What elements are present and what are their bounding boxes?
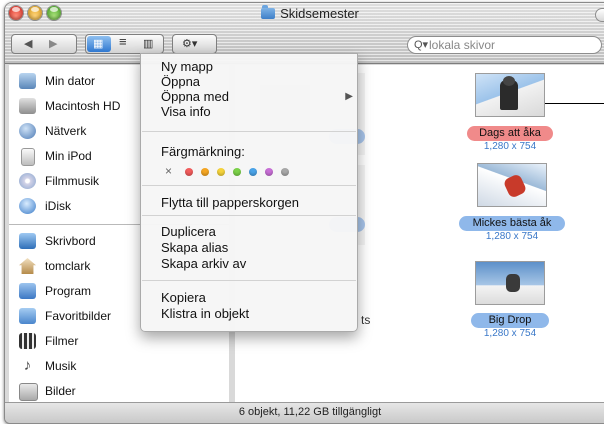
sidebar-item-label: Macintosh HD	[45, 99, 121, 113]
sidebar-item-idisk[interactable]: iDisk	[19, 196, 71, 216]
connector-line	[545, 103, 604, 104]
file-name: Big Drop	[488, 314, 532, 326]
submenu-arrow-icon: ▶	[345, 91, 353, 102]
menu-item-paste[interactable]: Klistra in objekt	[161, 306, 249, 321]
toolbar-toggle-button[interactable]	[595, 8, 604, 22]
menu-item-open[interactable]: Öppna	[161, 74, 200, 89]
sidebar-item-home[interactable]: tomclark	[19, 256, 90, 276]
status-text: 6 objekt, 11,22 GB tillgängligt	[238, 406, 382, 418]
action-button[interactable]: ⚙▾	[172, 34, 217, 54]
file-thumbnail[interactable]	[475, 73, 545, 117]
movies-icon	[19, 333, 36, 349]
menu-item-copy[interactable]: Kopiera	[161, 290, 206, 305]
menu-separator	[142, 131, 356, 132]
window-title: Skidsemester	[5, 5, 604, 21]
sidebar-item-computer[interactable]: Min dator	[19, 71, 95, 91]
context-menu: Ny mapp Öppna Öppna med ▶ Visa info Färg…	[140, 53, 358, 332]
menu-separator	[142, 215, 356, 216]
label-color-dot[interactable]	[265, 168, 273, 176]
sidebar-item-pictures[interactable]: Bilder	[19, 381, 76, 401]
menu-item-open-with-label: Öppna med	[161, 89, 229, 104]
cd-icon	[19, 173, 36, 189]
file-dimensions: 1,280 x 754	[483, 328, 537, 339]
search-placeholder: lokala skivor	[429, 38, 496, 52]
sidebar-item-filmmusik[interactable]: Filmmusik	[19, 171, 99, 191]
applications-icon	[19, 283, 36, 299]
sidebar-item-applications[interactable]: Program	[19, 281, 91, 301]
search-field[interactable]: Q▾ lokala skivor	[407, 36, 602, 54]
sidebar-item-label: Filmmusik	[45, 174, 99, 188]
label-color-dot[interactable]	[233, 168, 241, 176]
file-label[interactable]: Mickes bästa åk	[459, 216, 565, 231]
search-icon: Q▾	[414, 39, 429, 51]
icon-view-icon[interactable]: ▦	[93, 37, 103, 51]
pictures-icon	[19, 383, 38, 401]
sidebar-item-hd[interactable]: Macintosh HD	[19, 96, 120, 116]
menu-separator	[142, 280, 356, 281]
sidebar-item-label: Bilder	[45, 384, 76, 398]
hard-disk-icon	[19, 98, 36, 114]
menu-item-new-folder[interactable]: Ny mapp	[161, 59, 213, 74]
file-name: Dags att åka	[479, 127, 541, 139]
sidebar-item-favoritbilder[interactable]: Favoritbilder	[19, 306, 111, 326]
home-icon	[19, 258, 36, 274]
folder-icon	[261, 5, 276, 19]
sidebar-item-label: Program	[45, 284, 92, 298]
sidebar-item-label: Favoritbilder	[45, 309, 112, 323]
file-dimensions: 1,280 x 754	[485, 231, 539, 242]
label-color-dot[interactable]	[249, 168, 257, 176]
partial-file-label: ts	[361, 313, 371, 327]
desktop-icon	[19, 233, 36, 249]
sidebar-item-label: Skrivbord	[45, 234, 96, 248]
menu-item-show-info[interactable]: Visa info	[161, 104, 211, 119]
sidebar-item-label: Musik	[45, 359, 77, 373]
computer-icon	[19, 73, 36, 89]
label-color-dot[interactable]	[201, 168, 209, 176]
sidebar-item-label: Nätverk	[45, 124, 87, 138]
menu-item-make-alias[interactable]: Skapa alias	[161, 240, 228, 255]
menu-item-color-label: Färgmärkning:	[161, 144, 245, 159]
sidebar-item-label: Min dator	[45, 74, 96, 88]
sidebar-item-ipod[interactable]: Min iPod	[19, 146, 92, 166]
network-icon	[19, 123, 36, 139]
menu-item-open-with[interactable]: Öppna med ▶	[161, 89, 353, 104]
forward-icon[interactable]: ▶	[49, 37, 57, 51]
sidebar-item-network[interactable]: Nätverk	[19, 121, 86, 141]
sidebar-item-movies[interactable]: Filmer	[19, 331, 78, 351]
label-color-dot[interactable]	[281, 168, 289, 176]
sidebar-item-label: Filmer	[45, 334, 79, 348]
idisk-icon	[19, 198, 36, 214]
menu-item-move-to-trash[interactable]: Flytta till papperskorgen	[161, 195, 299, 210]
folder-icon	[19, 308, 36, 324]
label-color-dot[interactable]	[217, 168, 225, 176]
ipod-icon	[21, 148, 35, 166]
menu-separator	[142, 185, 356, 186]
file-dimensions: 1,280 x 754	[483, 141, 537, 152]
back-icon[interactable]: ◀	[24, 37, 32, 51]
file-label[interactable]: Big Drop	[471, 313, 549, 328]
menu-item-create-archive[interactable]: Skapa arkiv av	[161, 256, 246, 271]
menu-item-duplicate[interactable]: Duplicera	[161, 224, 216, 239]
back-forward-buttons: ◀ ▶	[11, 34, 77, 54]
label-color-dot[interactable]	[185, 168, 193, 176]
status-bar: 6 objekt, 11,22 GB tillgängligt	[5, 402, 604, 423]
sidebar-item-label: tomclark	[45, 259, 91, 273]
view-switcher: ▦ ≡ ▥	[85, 34, 164, 54]
file-thumbnail[interactable]	[475, 261, 545, 305]
file-thumbnail[interactable]	[477, 163, 547, 207]
label-none-icon[interactable]: ×	[165, 164, 172, 179]
music-icon: ♪	[23, 357, 32, 374]
sidebar-item-label: iDisk	[45, 199, 71, 213]
sidebar-item-label: Min iPod	[45, 149, 92, 163]
file-name: Mickes bästa åk	[472, 217, 552, 229]
list-view-icon[interactable]: ≡	[119, 35, 127, 49]
window-title-text: Skidsemester	[280, 6, 359, 21]
sidebar-item-desktop[interactable]: Skrivbord	[19, 231, 96, 251]
column-view-icon[interactable]: ▥	[143, 37, 153, 51]
gear-icon: ⚙▾	[182, 38, 198, 50]
sidebar-item-music[interactable]: ♪ Musik	[19, 356, 77, 376]
file-label[interactable]: Dags att åka	[467, 126, 553, 141]
